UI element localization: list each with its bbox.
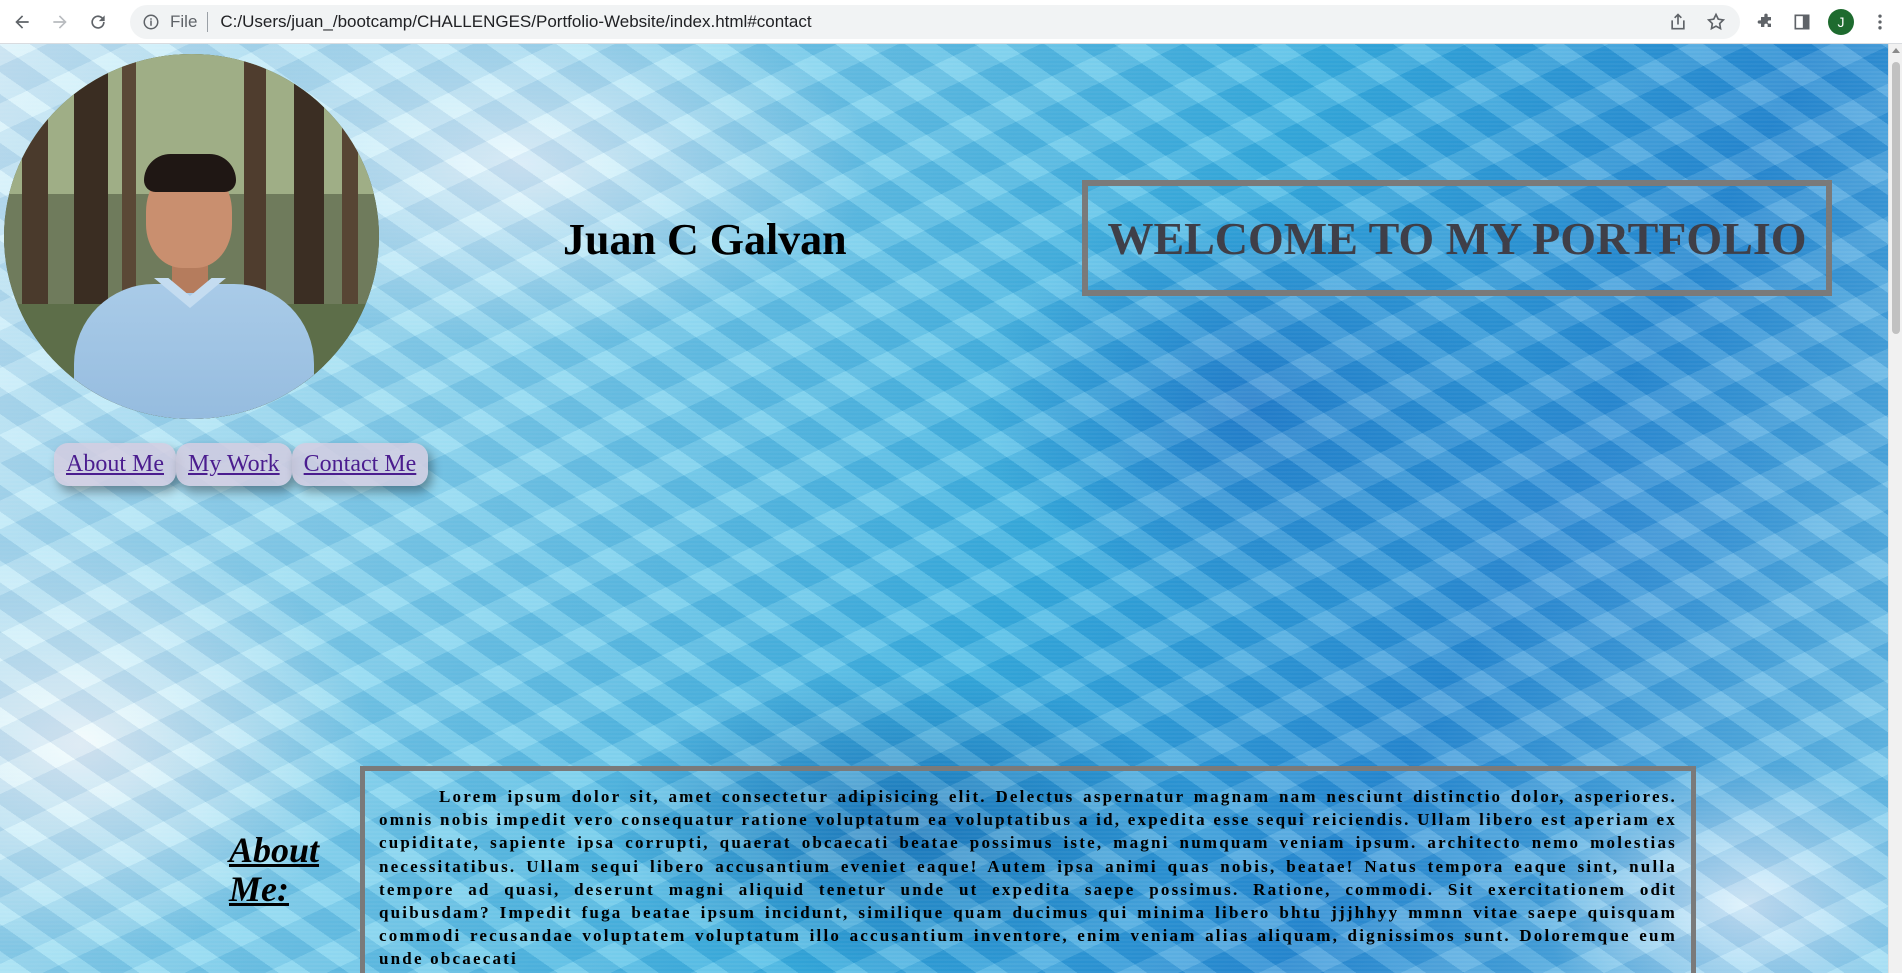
nav-link-my-work[interactable]: My Work	[176, 443, 292, 486]
reload-icon	[91, 14, 105, 29]
address-actions	[1668, 5, 1726, 39]
arrow-left-icon	[15, 14, 29, 29]
welcome-banner: WELCOME TO MY PORTFOLIO	[1082, 180, 1832, 296]
extensions-icon[interactable]	[1756, 12, 1776, 32]
profile-avatar[interactable]: J	[1828, 9, 1854, 35]
main-nav: About Me My Work Contact Me	[54, 443, 429, 486]
info-icon[interactable]	[142, 13, 160, 31]
address-separator	[207, 12, 209, 32]
more-menu-icon[interactable]	[1870, 12, 1890, 32]
profile-photo	[4, 54, 379, 419]
scheme-label: File	[170, 12, 198, 31]
scroll-up-icon[interactable]	[1892, 48, 1900, 53]
arrow-right-icon	[53, 14, 67, 29]
page-viewport: Juan C Galvan WELCOME TO MY PORTFOLIO Ab…	[0, 44, 1888, 973]
nav-link-about-me[interactable]: About Me	[54, 443, 176, 486]
site-owner-name: Juan C Galvan	[563, 215, 847, 264]
reload-button[interactable]	[82, 6, 114, 38]
side-panel-icon[interactable]	[1792, 12, 1812, 32]
about-heading: About Me:	[229, 829, 320, 910]
about-text-box: Lorem ipsum dolor sit, amet consectetur …	[360, 766, 1696, 973]
about-paragraph: Lorem ipsum dolor sit, amet consectetur …	[379, 787, 1677, 969]
browser-toolbar: File C:/Users/juan_/bootcamp/CHALLENGES/…	[0, 0, 1902, 44]
share-icon[interactable]	[1668, 12, 1688, 32]
nav-link-contact-me[interactable]: Contact Me	[291, 443, 429, 486]
scroll-thumb[interactable]	[1892, 62, 1900, 334]
welcome-text: WELCOME TO MY PORTFOLIO	[1107, 212, 1807, 264]
page-scrollbar[interactable]	[1888, 44, 1902, 973]
url-text[interactable]: C:/Users/juan_/bootcamp/CHALLENGES/Portf…	[220, 12, 811, 32]
address-bar[interactable]: File C:/Users/juan_/bootcamp/CHALLENGES/…	[130, 5, 1740, 39]
forward-button[interactable]	[44, 6, 76, 38]
bookmark-star-icon[interactable]	[1706, 12, 1726, 32]
browser-tools: J	[1756, 0, 1902, 44]
person-hair	[144, 154, 236, 192]
back-button[interactable]	[6, 6, 38, 38]
